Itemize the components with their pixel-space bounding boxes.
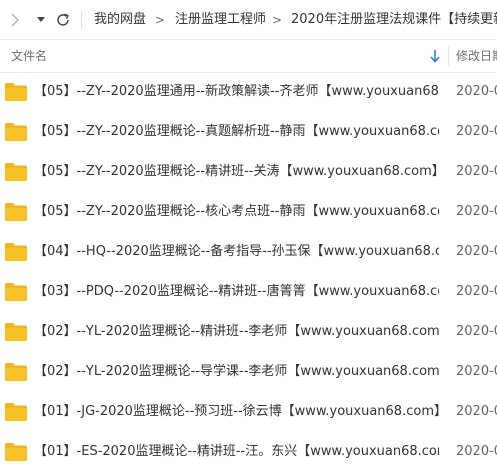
file-name: 【02】--YL-2020监理概论--导学课--李老师【www.youxuan6… [34, 364, 439, 379]
list-item[interactable]: 【03】--PDQ--2020监理概论--精讲班--唐箐箐【www.youxua… [0, 272, 497, 312]
arrow-down-icon[interactable] [428, 48, 442, 64]
breadcrumb-engineer[interactable]: 注册监理工程师 [175, 11, 266, 29]
file-date: 2020-0 [456, 284, 497, 299]
column-modified-date[interactable]: 修改日期 [456, 40, 497, 72]
list-item[interactable]: 【05】--ZY--2020监理概论--核心考点班--静雨【www.youxua… [0, 192, 497, 232]
file-name: 【01】-JG-2020监理概论--预习班--徐云博【www.youxuan68… [34, 404, 439, 419]
breadcrumb-separator: > [155, 13, 166, 27]
folder-icon [5, 443, 27, 461]
file-name: 【03】--PDQ--2020监理概论--精讲班--唐箐箐【www.youxua… [34, 284, 439, 299]
file-date: 2020-0 [456, 84, 497, 99]
file-date: 2020-0 [456, 324, 497, 339]
caret-down-icon[interactable] [35, 11, 47, 29]
folder-icon [5, 83, 27, 101]
file-name: 【05】--ZY--2020监理概论--真题解析班--静雨【www.youxua… [34, 124, 439, 139]
file-date: 2020-0 [456, 364, 497, 379]
file-date: 2020-0 [456, 204, 497, 219]
file-name: 【05】--ZY--2020监理概论--核心考点班--静雨【www.youxua… [34, 204, 439, 219]
breadcrumb-separator: > [272, 13, 283, 27]
folder-icon [5, 163, 27, 181]
file-name: 【05】--ZY--2020监理通用--新政策解读--齐老师【www.youxu… [34, 84, 439, 99]
file-date: 2020-0 [456, 444, 497, 459]
file-date: 2020-0 [456, 404, 497, 419]
list-item[interactable]: 【05】--ZY--2020监理概论--精讲班--关涛【www.youxuan6… [0, 152, 497, 192]
list-item[interactable]: 【04】--HQ--2020监理概论--备考指导--孙玉保【www.youxua… [0, 232, 497, 272]
file-date: 2020-0 [456, 164, 497, 179]
list-item[interactable]: 【01】-JG-2020监理概论--预习班--徐云博【www.youxuan68… [0, 392, 497, 432]
list-item[interactable]: 【05】--ZY--2020监理通用--新政策解读--齐老师【www.youxu… [0, 72, 497, 112]
file-name: 【04】--HQ--2020监理概论--备考指导--孙玉保【www.youxua… [34, 244, 439, 259]
top-toolbar: 我的网盘 > 注册监理工程师 > 2020年注册监理法规课件【持续更新】 [0, 0, 497, 40]
list-item[interactable]: 【05】--ZY--2020监理概论--真题解析班--静雨【www.youxua… [0, 112, 497, 152]
folder-icon [5, 363, 27, 381]
file-date: 2020-0 [456, 124, 497, 139]
refresh-icon[interactable] [54, 11, 72, 29]
folder-icon [5, 403, 27, 421]
file-date: 2020-0 [456, 244, 497, 259]
chevron-right-icon[interactable] [8, 11, 22, 29]
file-name: 【01】-ES-2020监理概论--精讲班--汪。东兴【www.youxuan6… [34, 444, 439, 459]
column-divider[interactable] [448, 46, 449, 66]
folder-icon [5, 123, 27, 141]
file-name: 【02】--YL-2020监理概论--精讲班--李老师【www.youxuan6… [34, 324, 439, 339]
column-filename[interactable]: 文件名 [11, 40, 47, 72]
folder-icon [5, 203, 27, 221]
folder-icon [5, 243, 27, 261]
breadcrumb-my-drive[interactable]: 我的网盘 [94, 11, 146, 29]
breadcrumb-current-folder[interactable]: 2020年注册监理法规课件【持续更新】 [291, 11, 497, 29]
column-header: 文件名 修改日期 [0, 40, 497, 73]
list-item[interactable]: 【02】--YL-2020监理概论--精讲班--李老师【www.youxuan6… [0, 312, 497, 352]
folder-icon [5, 323, 27, 341]
file-name: 【05】--ZY--2020监理概论--精讲班--关涛【www.youxuan6… [34, 164, 439, 179]
list-item[interactable]: 【01】-ES-2020监理概论--精讲班--汪。东兴【www.youxuan6… [0, 432, 497, 472]
toolbar-divider [81, 12, 82, 28]
list-item[interactable]: 【02】--YL-2020监理概论--导学课--李老师【www.youxuan6… [0, 352, 497, 392]
folder-icon [5, 283, 27, 301]
